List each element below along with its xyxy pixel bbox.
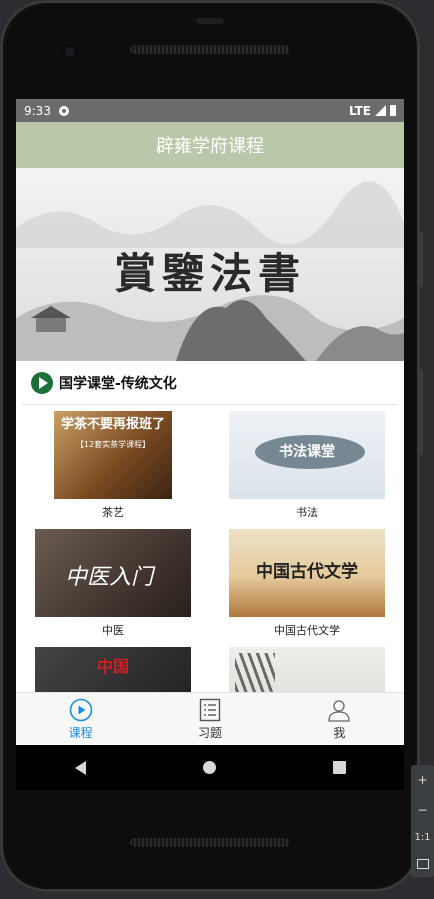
tab-courses[interactable]: 课程 (16, 693, 145, 745)
recents-icon[interactable] (332, 761, 346, 774)
zoom-in-button[interactable]: + (417, 773, 427, 787)
play-circle-icon (69, 698, 92, 721)
home-icon[interactable] (202, 761, 216, 774)
front-camera (62, 44, 78, 60)
course-label: 中国古代文学 (274, 624, 340, 637)
signal-icon (375, 105, 386, 116)
course-label: 中医 (102, 624, 124, 637)
section-title: 国学课堂-传统文化 (59, 375, 177, 392)
thumbnail-caption: 书法课堂 (279, 444, 335, 460)
status-time: 9:33 (24, 103, 51, 118)
course-card-calligraphy[interactable]: 书法课堂 书法 (229, 411, 385, 520)
banner-carousel[interactable]: 賞鑒法書 (16, 168, 404, 361)
course-thumbnail: 书法课堂 (229, 411, 385, 499)
emulator-toolbar: + − 1:1 (411, 765, 434, 877)
tab-exercises[interactable]: 习题 (145, 693, 274, 745)
tab-me[interactable]: 我 (275, 693, 404, 745)
course-thumbnail: 中医入门 (35, 529, 191, 617)
play-circle-icon (31, 371, 53, 394)
person-icon (328, 699, 350, 722)
back-icon[interactable] (74, 760, 86, 775)
tab-label: 课程 (68, 725, 93, 740)
zoom-out-button[interactable]: − (417, 803, 427, 817)
speaker-grille-bottom (130, 838, 290, 847)
status-bar: 9:33 LTE (16, 99, 404, 122)
app-title: 辟雍学府课程 (156, 136, 264, 157)
settings-gear-icon (58, 105, 69, 116)
course-grid: 学茶不要再报班了 【12套实茶学课程】 茶艺 书法课堂 书法 中医入门 中医 中… (16, 405, 404, 735)
power-button[interactable] (418, 370, 423, 455)
earpiece (196, 18, 224, 24)
app-title-bar: 辟雍学府课程 (16, 122, 404, 168)
actual-size-button[interactable]: 1:1 (414, 832, 430, 843)
tab-label: 我 (333, 725, 346, 740)
screenshot-icon[interactable] (416, 859, 429, 870)
network-type: LTE (348, 103, 371, 118)
section-header: 国学课堂-传统文化 (22, 361, 398, 405)
thumbnail-subcaption: 【12套实茶学课程】 (75, 440, 151, 449)
volume-button[interactable] (418, 232, 423, 287)
thumbnail-caption: 中医入门 (65, 565, 154, 590)
list-icon (199, 698, 221, 721)
course-label: 茶艺 (102, 506, 124, 519)
banner-title: 賞鑒法書 (113, 249, 306, 298)
battery-icon (390, 105, 396, 116)
tab-label: 习题 (197, 725, 222, 740)
android-nav-bar (16, 745, 404, 790)
course-thumbnail: 学茶不要再报班了 【12套实茶学课程】 (54, 411, 172, 499)
thumbnail-caption: 中国 (97, 657, 130, 676)
screen: 9:33 LTE 辟雍学府课程 賞鑒法書 国学课堂-传统文化 学茶不要再报班了 … (16, 99, 404, 745)
course-thumbnail: 中国古代文学 (229, 529, 385, 617)
thumbnail-caption: 中国古代文学 (256, 562, 358, 582)
bottom-tab-bar: 课程 习题 我 (16, 692, 404, 745)
course-card-tcm[interactable]: 中医入门 中医 (35, 529, 191, 638)
course-card-literature[interactable]: 中国古代文学 中国古代文学 (229, 529, 385, 638)
speaker-grille-top (130, 45, 290, 54)
course-label: 书法 (296, 506, 318, 519)
course-card-tea[interactable]: 学茶不要再报班了 【12套实茶学课程】 茶艺 (35, 411, 191, 520)
thumbnail-caption: 学茶不要再报班了 (60, 417, 165, 432)
